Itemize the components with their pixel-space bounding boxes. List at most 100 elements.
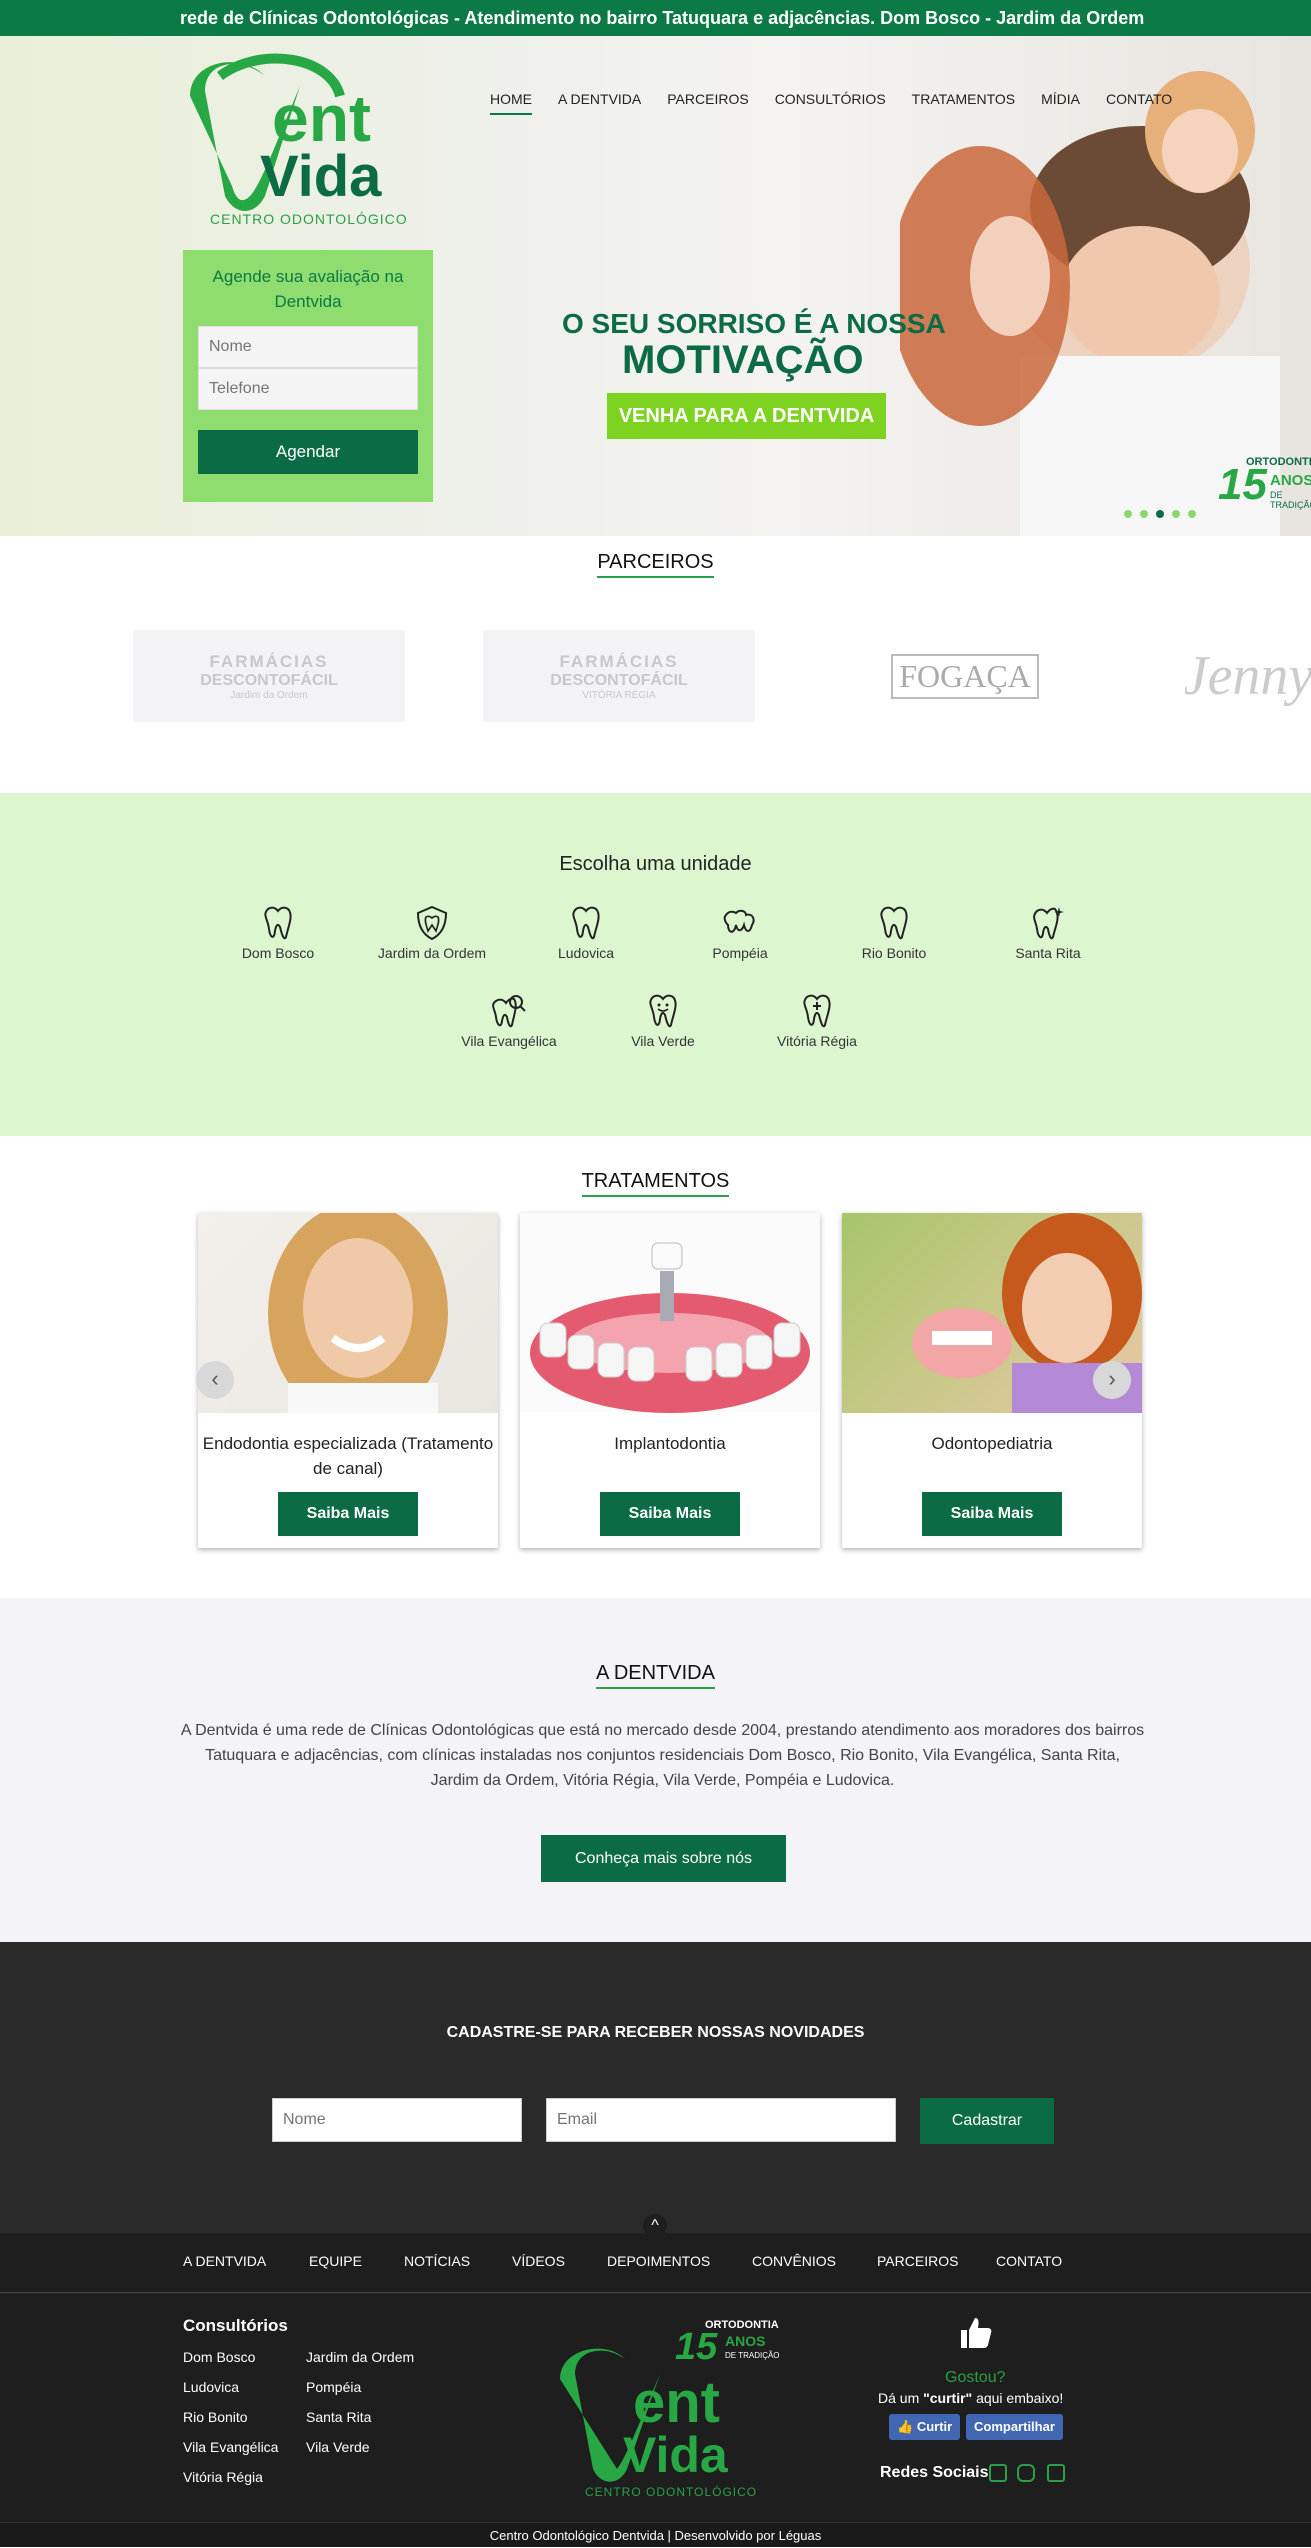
footer-link[interactable]: Jardim da Ordem bbox=[306, 2349, 414, 2365]
unit-pompeia[interactable]: Pompéia bbox=[675, 905, 805, 961]
partners-title: PARCEIROS bbox=[0, 551, 1311, 578]
name-input[interactable] bbox=[198, 326, 418, 368]
schedule-button[interactable]: Agendar bbox=[198, 430, 418, 474]
unit-vitoria-regia[interactable]: Vitória Régia bbox=[752, 993, 882, 1049]
partners-carousel: FARMÁCIAS DESCONTOFÁCIL Jardim da Ordem … bbox=[130, 630, 1311, 725]
nav-a-dentvida[interactable]: A DENTVIDA bbox=[558, 91, 641, 115]
smiling-woman-image bbox=[268, 1213, 448, 1413]
footer-link[interactable]: Ludovica bbox=[183, 2379, 239, 2395]
partner-sub: DESCONTOFÁCIL bbox=[200, 671, 338, 689]
slider-dots bbox=[1124, 510, 1196, 518]
saiba-mais-button[interactable]: Saiba Mais bbox=[600, 1492, 740, 1536]
facebook-icon[interactable] bbox=[989, 2464, 1007, 2482]
footer-nav-contato[interactable]: CONTATO bbox=[996, 2253, 1062, 2269]
footer-nav-parceiros[interactable]: PARCEIROS bbox=[877, 2253, 958, 2269]
footer-nav-equipe[interactable]: EQUIPE bbox=[309, 2253, 362, 2269]
slider-dot[interactable] bbox=[1188, 510, 1196, 518]
magnifier-tooth-icon bbox=[492, 995, 526, 1028]
anniversary-badge: ORTODONTIA 15 ANOS DE TRADIÇÃO bbox=[1218, 456, 1311, 516]
carousel-prev-arrow[interactable]: ‹ bbox=[196, 1361, 234, 1399]
footer-nav-videos[interactable]: VÍDEOS bbox=[512, 2253, 565, 2269]
footer-badge-num: 15 bbox=[675, 2326, 718, 2368]
partner-name: FARMÁCIAS bbox=[559, 651, 679, 671]
about-text: A Dentvida é uma rede de Clínicas Odonto… bbox=[180, 1722, 1145, 1789]
plus-tooth-icon bbox=[803, 994, 831, 1028]
tooth-icon bbox=[880, 906, 908, 940]
treatment-title: Implantodontia bbox=[614, 1434, 726, 1453]
partner-logo[interactable]: FOGAÇA bbox=[891, 630, 1039, 722]
instagram-icon[interactable] bbox=[1017, 2464, 1035, 2482]
newsletter-email-input[interactable] bbox=[546, 2098, 896, 2142]
back-to-top-button[interactable]: ^ bbox=[643, 2214, 667, 2238]
partner-logo[interactable]: Jenny bbox=[1185, 630, 1311, 722]
footer-nav-a-dentvida[interactable]: A DENTVIDA bbox=[183, 2253, 266, 2269]
nav-home[interactable]: HOME bbox=[490, 91, 532, 115]
saiba-mais-button[interactable]: Saiba Mais bbox=[922, 1492, 1062, 1536]
unit-rio-bonito[interactable]: Rio Bonito bbox=[829, 905, 959, 961]
unit-label: Pompéia bbox=[712, 945, 768, 961]
unit-vila-verde[interactable]: Vila Verde bbox=[598, 993, 728, 1049]
unit-label: Rio Bonito bbox=[861, 945, 927, 961]
nav-contato[interactable]: CONTATO bbox=[1106, 91, 1172, 115]
unit-ludovica[interactable]: Ludovica bbox=[521, 905, 651, 961]
footer-link[interactable]: Vila Verde bbox=[306, 2439, 370, 2455]
unit-label: Dom Bosco bbox=[241, 945, 315, 961]
main-nav: HOME A DENTVIDA PARCEIROS CONSULTÓRIOS T… bbox=[490, 91, 1198, 115]
unit-vila-evangelica[interactable]: Vila Evangélica bbox=[444, 993, 574, 1049]
dentvida-logo[interactable]: ent Vida CENTRO ODONTOLÓGICO bbox=[180, 46, 415, 231]
partner-logo[interactable]: FARMÁCIAS DESCONTOFÁCIL VITÓRIA RÉGIA bbox=[483, 630, 755, 722]
footer-link[interactable]: Vila Evangélica bbox=[183, 2439, 278, 2455]
curtir-text: Dá um "curtir" aqui embaixo! bbox=[878, 2390, 1063, 2406]
slider-dot-active[interactable] bbox=[1156, 510, 1164, 518]
footer-link[interactable]: Pompéia bbox=[306, 2379, 361, 2395]
unit-label: Santa Rita bbox=[1015, 945, 1081, 961]
slogan-line-2: MOTIVAÇÃO bbox=[622, 338, 864, 382]
footer-logo: ORTODONTIA 15 ANOS DE TRADIÇÃO ent Vida … bbox=[560, 2319, 780, 2499]
treatment-card[interactable]: Endodontia especializada (Tratamento de … bbox=[198, 1213, 498, 1548]
slider-dot[interactable] bbox=[1124, 510, 1132, 518]
nav-midia[interactable]: MÍDIA bbox=[1041, 91, 1080, 115]
footer-nav-noticias[interactable]: NOTÍCIAS bbox=[404, 2253, 470, 2269]
footer-link[interactable]: Rio Bonito bbox=[183, 2409, 248, 2425]
treatment-image bbox=[198, 1213, 498, 1413]
teeth-icon bbox=[723, 909, 755, 933]
partner-loc: VITÓRIA RÉGIA bbox=[582, 689, 656, 701]
footer-nav-convenios[interactable]: CONVÊNIOS bbox=[752, 2253, 836, 2269]
saiba-mais-button[interactable]: Saiba Mais bbox=[278, 1492, 418, 1536]
footer-nav: A DENTVIDA EQUIPE NOTÍCIAS VÍDEOS DEPOIM… bbox=[0, 2233, 1311, 2293]
phone-input[interactable] bbox=[198, 368, 418, 410]
badge-anos: ANOS bbox=[1270, 472, 1311, 489]
hero-cta-button[interactable]: VENHA PARA A DENTVIDA bbox=[607, 393, 886, 439]
facebook-share-button[interactable]: Compartilhar bbox=[966, 2414, 1063, 2440]
dental-implant-image bbox=[530, 1242, 810, 1413]
badge-sub: DE TRADIÇÃO bbox=[1270, 490, 1311, 510]
partner-logo[interactable]: FARMÁCIAS DESCONTOFÁCIL Jardim da Ordem bbox=[133, 630, 405, 722]
unit-dom-bosco[interactable]: Dom Bosco bbox=[213, 905, 343, 961]
facebook-like-button[interactable]: 👍 Curtir bbox=[889, 2414, 961, 2440]
carousel-next-arrow[interactable]: › bbox=[1093, 1361, 1131, 1399]
footer-link[interactable]: Vitória Régia bbox=[183, 2469, 263, 2485]
footer: CADASTRE-SE PARA RECEBER NOSSAS NOVIDADE… bbox=[0, 1942, 1311, 2547]
nav-consultorios[interactable]: CONSULTÓRIOS bbox=[775, 91, 886, 115]
know-more-button[interactable]: Conheça mais sobre nós bbox=[541, 1835, 786, 1882]
newsletter-name-input[interactable] bbox=[272, 2098, 522, 2142]
subscribe-button[interactable]: Cadastrar bbox=[920, 2098, 1054, 2144]
unit-jardim-da-ordem[interactable]: Jardim da Ordem bbox=[367, 905, 497, 961]
footer-link[interactable]: Santa Rita bbox=[306, 2409, 371, 2425]
unit-santa-rita[interactable]: Santa Rita bbox=[983, 905, 1113, 961]
thumbs-up-icon bbox=[961, 2318, 992, 2348]
shield-tooth-icon bbox=[416, 905, 448, 941]
smiling-tooth-icon bbox=[649, 994, 677, 1028]
newsletter-title: CADASTRE-SE PARA RECEBER NOSSAS NOVIDADE… bbox=[446, 2024, 865, 2041]
treatment-card[interactable]: Implantodontia Saiba Mais bbox=[520, 1213, 820, 1548]
slider-dot[interactable] bbox=[1172, 510, 1180, 518]
treatment-title: Endodontia especializada (Tratamento de … bbox=[202, 1434, 494, 1478]
google-plus-icon[interactable] bbox=[1047, 2464, 1065, 2482]
hero-banner: ent Vida CENTRO ODONTOLÓGICO HOME A DENT… bbox=[0, 36, 1311, 536]
slider-dot[interactable] bbox=[1140, 510, 1148, 518]
nav-tratamentos[interactable]: TRATAMENTOS bbox=[912, 91, 1015, 115]
unit-label: Vitória Régia bbox=[777, 1033, 857, 1049]
footer-nav-depoimentos[interactable]: DEPOIMENTOS bbox=[607, 2253, 710, 2269]
footer-link[interactable]: Dom Bosco bbox=[183, 2349, 255, 2365]
nav-parceiros[interactable]: PARCEIROS bbox=[667, 91, 748, 115]
